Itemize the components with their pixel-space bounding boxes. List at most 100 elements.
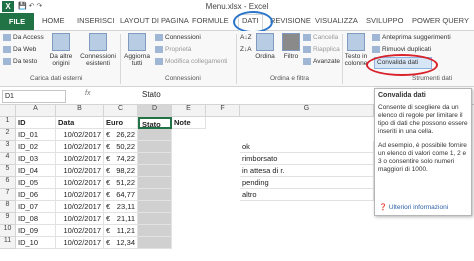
from-other-sources-button[interactable]: Da altre origini: [44, 33, 78, 67]
column-header[interactable]: F: [206, 105, 240, 117]
table-cell[interactable]: 10/02/2017: [56, 225, 104, 237]
table-cell[interactable]: ID_04: [16, 165, 56, 177]
list-item[interactable]: pending: [240, 177, 374, 189]
list-item[interactable]: ok: [240, 141, 374, 153]
table-header-cell[interactable]: Euro: [104, 117, 138, 129]
from-access-button[interactable]: Da Access: [3, 34, 44, 41]
table-cell[interactable]: ID_03: [16, 153, 56, 165]
table-cell[interactable]: 10/02/2017: [56, 153, 104, 165]
table-cell[interactable]: ID_02: [16, 141, 56, 153]
table-cell[interactable]: 74,22: [112, 153, 138, 165]
advanced-filter-button[interactable]: Avanzate: [303, 58, 340, 65]
table-cell[interactable]: ID_01: [16, 129, 56, 141]
table-cell[interactable]: ID_06: [16, 189, 56, 201]
from-text-button[interactable]: Da testo: [3, 58, 37, 65]
table-cell[interactable]: 51,22: [112, 177, 138, 189]
from-web-button[interactable]: Da Web: [3, 46, 36, 53]
selected-cell[interactable]: [138, 237, 172, 249]
selected-cell[interactable]: [138, 189, 172, 201]
selected-cell[interactable]: [138, 153, 172, 165]
fx-icon[interactable]: fx: [85, 90, 90, 97]
table-header-cell[interactable]: Data: [56, 117, 104, 129]
sort-button[interactable]: Ordina: [252, 33, 278, 60]
row-header[interactable]: 1: [0, 117, 16, 129]
table-cell[interactable]: 10/02/2017: [56, 237, 104, 249]
clear-filter-button[interactable]: Cancella: [303, 34, 338, 41]
reapply-button[interactable]: Riapplica: [303, 46, 340, 53]
list-item[interactable]: altro: [240, 189, 374, 201]
selected-cell[interactable]: [138, 165, 172, 177]
column-header[interactable]: D: [138, 105, 172, 117]
row-header[interactable]: 6: [0, 177, 16, 189]
table-cell[interactable]: 10/02/2017: [56, 165, 104, 177]
column-header[interactable]: A: [16, 105, 56, 117]
table-cell[interactable]: ID_07: [16, 201, 56, 213]
column-header[interactable]: G: [240, 105, 374, 117]
table-cell[interactable]: 10/02/2017: [56, 141, 104, 153]
selected-cell[interactable]: [138, 213, 172, 225]
table-cell[interactable]: 11,21: [112, 225, 138, 237]
selected-cell[interactable]: [138, 177, 172, 189]
table-cell[interactable]: 64,77: [112, 189, 138, 201]
existing-connections-button[interactable]: Connessioni esistenti: [80, 33, 116, 67]
select-all-corner[interactable]: [0, 105, 16, 117]
table-cell[interactable]: ID_05: [16, 177, 56, 189]
selected-cell[interactable]: [138, 201, 172, 213]
name-box[interactable]: D1: [2, 90, 66, 103]
flash-fill-button[interactable]: Anteprima suggerimenti: [372, 34, 451, 41]
table-cell[interactable]: ID_09: [16, 225, 56, 237]
formula-input[interactable]: Stato: [142, 90, 161, 99]
tab-file[interactable]: FILE: [0, 13, 34, 30]
table-cell[interactable]: 10/02/2017: [56, 201, 104, 213]
row-header[interactable]: 3: [0, 141, 16, 153]
selected-cell[interactable]: [138, 225, 172, 237]
selected-cell[interactable]: [138, 141, 172, 153]
column-header[interactable]: E: [172, 105, 206, 117]
edit-links-button[interactable]: Modifica collegamenti: [155, 58, 228, 65]
filter-button[interactable]: Filtro: [280, 33, 302, 60]
table-cell[interactable]: 98,22: [112, 165, 138, 177]
row-header[interactable]: 10: [0, 225, 16, 237]
tab-view[interactable]: VISUALIZZA: [315, 16, 358, 25]
remove-duplicates-button[interactable]: Rimuovi duplicati: [372, 46, 431, 53]
text-to-columns-button[interactable]: Testo in colonne: [344, 33, 368, 67]
row-header[interactable]: 2: [0, 129, 16, 141]
table-header-cell[interactable]: Note: [172, 117, 206, 129]
tab-review[interactable]: REVISIONE: [270, 16, 311, 25]
table-cell[interactable]: 23,11: [112, 201, 138, 213]
table-cell[interactable]: ID_10: [16, 237, 56, 249]
table-cell[interactable]: 10/02/2017: [56, 177, 104, 189]
row-header[interactable]: 5: [0, 165, 16, 177]
more-info-link[interactable]: ❓ Ulteriori informazioni: [379, 203, 448, 211]
row-header[interactable]: 4: [0, 153, 16, 165]
row-header[interactable]: 7: [0, 189, 16, 201]
table-cell[interactable]: 12,34: [112, 237, 138, 249]
table-cell[interactable]: 10/02/2017: [56, 189, 104, 201]
row-header[interactable]: 9: [0, 213, 16, 225]
list-item[interactable]: in attesa di r.: [240, 165, 374, 177]
tab-power-query[interactable]: POWER QUERY: [412, 16, 469, 25]
tab-home[interactable]: HOME: [42, 16, 65, 25]
sort-az-button[interactable]: A↓Z: [240, 34, 252, 41]
sort-za-button[interactable]: Z↓A: [240, 46, 252, 53]
table-cell[interactable]: 26,22: [112, 129, 138, 141]
tab-insert[interactable]: INSERISCI: [77, 16, 115, 25]
list-item[interactable]: rimborsato: [240, 153, 374, 165]
table-cell[interactable]: 10/02/2017: [56, 213, 104, 225]
refresh-all-button[interactable]: Aggiorna tutti: [122, 33, 152, 67]
column-header[interactable]: B: [56, 105, 104, 117]
row-header[interactable]: 11: [0, 237, 16, 249]
selected-cell[interactable]: [138, 129, 172, 141]
tab-page-layout[interactable]: LAYOUT DI PAGINA: [120, 16, 189, 25]
active-cell-stato[interactable]: Stato: [138, 117, 172, 129]
properties-button[interactable]: Proprietà: [155, 46, 191, 53]
table-cell[interactable]: 21,11: [112, 213, 138, 225]
table-header-cell[interactable]: ID: [16, 117, 56, 129]
tab-developer[interactable]: SVILUPPO: [366, 16, 404, 25]
row-header[interactable]: 8: [0, 201, 16, 213]
tab-formulas[interactable]: FORMULE: [192, 16, 229, 25]
column-header[interactable]: C: [104, 105, 138, 117]
connections-button[interactable]: Connessioni: [155, 34, 201, 41]
table-cell[interactable]: ID_08: [16, 213, 56, 225]
table-cell[interactable]: 10/02/2017: [56, 129, 104, 141]
